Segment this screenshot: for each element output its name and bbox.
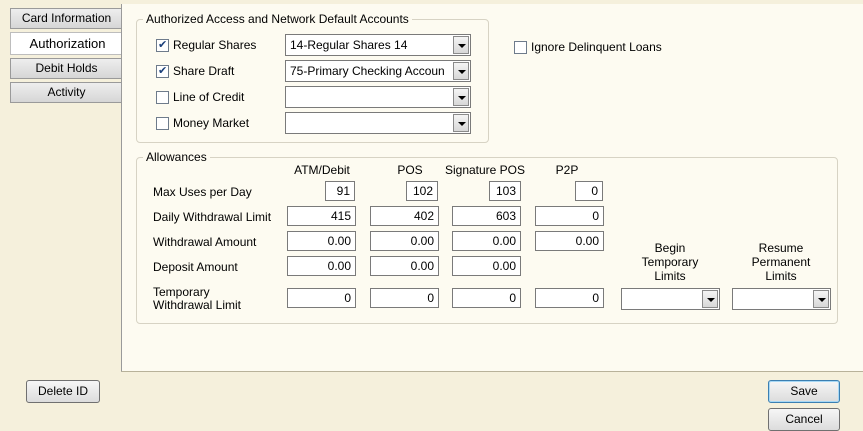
- money-market-select[interactable]: [285, 112, 471, 134]
- chevron-down-icon[interactable]: [453, 36, 469, 54]
- col-header-atm-debit: ATM/Debit: [294, 163, 350, 177]
- share-draft-checkbox[interactable]: [156, 64, 169, 78]
- begin-temporary-limits-line3: Limits: [654, 269, 686, 283]
- daily-limit-pos-input[interactable]: 402: [370, 206, 439, 226]
- withdrawal-amount-p2p-input[interactable]: 0.00: [535, 231, 604, 251]
- withdrawal-amount-atm-input[interactable]: 0.00: [287, 231, 356, 251]
- daily-limit-p2p-input[interactable]: 0: [535, 206, 604, 226]
- share-draft-value: 75-Primary Checking Accoun: [290, 64, 445, 78]
- deposit-amount-atm-input[interactable]: 0.00: [287, 256, 356, 276]
- daily-limit-atm-input[interactable]: 415: [287, 206, 356, 226]
- authorization-panel: Authorized Access and Network Default Ac…: [121, 4, 863, 372]
- temp-limit-p2p-input[interactable]: 0: [535, 288, 604, 308]
- col-header-pos: POS: [397, 163, 423, 177]
- money-market-label: Money Market: [173, 116, 250, 130]
- max-uses-atm-input[interactable]: 91: [325, 181, 355, 201]
- withdrawal-amount-sigpos-input[interactable]: 0.00: [452, 231, 521, 251]
- line-of-credit-select[interactable]: [285, 86, 471, 108]
- regular-shares-select[interactable]: 14-Regular Shares 14: [285, 34, 471, 56]
- col-header-p2p: P2P: [555, 163, 579, 177]
- panel-content: Authorized Access and Network Default Ac…: [122, 4, 863, 372]
- line-of-credit-label: Line of Credit: [173, 90, 245, 104]
- resume-permanent-limits-line1: Resume: [758, 241, 804, 255]
- line-of-credit-checkbox[interactable]: [156, 91, 169, 104]
- regular-shares-label: Regular Shares: [173, 38, 257, 52]
- max-uses-sigpos-input[interactable]: 103: [489, 181, 521, 201]
- temp-limit-pos-input[interactable]: 0: [370, 288, 439, 308]
- begin-temporary-limits-select[interactable]: [621, 288, 720, 310]
- ignore-delinquent-loans-checkbox[interactable]: [514, 41, 527, 54]
- regular-shares-value: 14-Regular Shares 14: [290, 38, 408, 52]
- deposit-amount-pos-input[interactable]: 0.00: [370, 256, 439, 276]
- begin-temporary-limits-line2: Temporary: [641, 255, 699, 269]
- money-market-checkbox[interactable]: [156, 117, 169, 130]
- regular-shares-checkbox[interactable]: [156, 38, 169, 52]
- delete-id-button[interactable]: Delete ID: [26, 380, 100, 403]
- col-header-signature-pos: Signature POS: [444, 163, 526, 177]
- temp-limit-atm-input[interactable]: 0: [287, 288, 356, 308]
- tab-debit-holds[interactable]: Debit Holds: [10, 58, 122, 79]
- resume-permanent-limits-line2: Permanent: [751, 255, 811, 269]
- chevron-down-icon[interactable]: [453, 62, 469, 80]
- deposit-amount-sigpos-input[interactable]: 0.00: [452, 256, 521, 276]
- share-draft-label: Share Draft: [173, 64, 235, 78]
- share-draft-select[interactable]: 75-Primary Checking Accoun: [285, 60, 471, 82]
- withdrawal-amount-label: Withdrawal Amount: [153, 235, 257, 249]
- resume-permanent-limits-select[interactable]: [732, 288, 831, 310]
- deposit-amount-label: Deposit Amount: [153, 260, 238, 274]
- daily-limit-sigpos-input[interactable]: 603: [452, 206, 521, 226]
- tab-strip: Card Information Authorization Debit Hol…: [10, 8, 124, 106]
- authorized-accounts-title: Authorized Access and Network Default Ac…: [146, 12, 409, 26]
- temporary-withdrawal-limit-label-line2: Withdrawal Limit: [153, 298, 242, 312]
- chevron-down-icon[interactable]: [453, 114, 469, 132]
- chevron-down-icon[interactable]: [813, 290, 829, 308]
- withdrawal-amount-pos-input[interactable]: 0.00: [370, 231, 439, 251]
- save-button[interactable]: Save: [768, 380, 840, 403]
- resume-permanent-limits-line3: Limits: [765, 269, 797, 283]
- tab-activity[interactable]: Activity: [10, 82, 122, 103]
- allowances-title: Allowances: [146, 150, 207, 164]
- chevron-down-icon[interactable]: [453, 88, 469, 106]
- cancel-button[interactable]: Cancel: [768, 408, 840, 431]
- max-uses-p2p-input[interactable]: 0: [575, 181, 603, 201]
- max-uses-label: Max Uses per Day: [153, 185, 252, 199]
- begin-temporary-limits-line1: Begin: [654, 241, 686, 255]
- temp-limit-sigpos-input[interactable]: 0: [452, 288, 521, 308]
- max-uses-pos-input[interactable]: 102: [406, 181, 438, 201]
- chevron-down-icon[interactable]: [702, 290, 718, 308]
- daily-withdrawal-limit-label: Daily Withdrawal Limit: [153, 210, 272, 224]
- temporary-withdrawal-limit-label-line1: Temporary: [153, 285, 210, 299]
- tab-card-information[interactable]: Card Information: [10, 8, 122, 29]
- ignore-delinquent-loans-label: Ignore Delinquent Loans: [531, 40, 662, 54]
- tab-authorization[interactable]: Authorization: [10, 32, 124, 55]
